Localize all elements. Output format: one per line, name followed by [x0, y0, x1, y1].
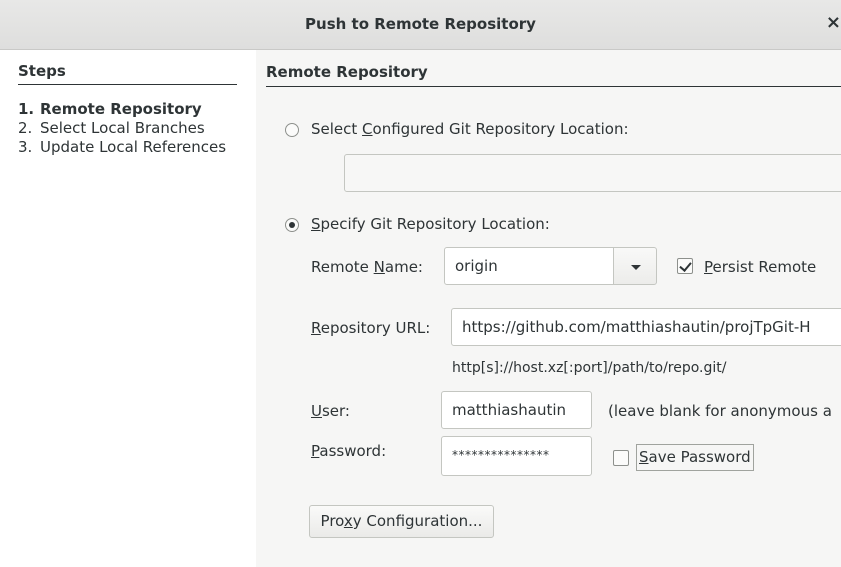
label-text: Select — [311, 120, 363, 138]
user-hint: (leave blank for anonymous a — [608, 402, 832, 420]
password-field[interactable]: *************** — [441, 436, 592, 476]
save-password-checkbox[interactable] — [613, 450, 629, 466]
user-label: User: — [311, 402, 350, 420]
mnemonic: U — [311, 402, 322, 420]
specify-location-radio[interactable] — [285, 218, 299, 232]
label-text: ersist Remote — [712, 258, 817, 276]
button-text: y Configuration... — [352, 512, 483, 530]
panel-header: Remote Repository — [266, 63, 841, 87]
mnemonic: S — [639, 448, 649, 466]
mnemonic: P — [704, 258, 713, 276]
step-remote-repository: 1. Remote Repository — [18, 100, 248, 119]
repository-url-field[interactable]: https://github.com/matthiashautin/projTp… — [451, 308, 841, 346]
specify-location-label[interactable]: Specify Git Repository Location: — [311, 215, 550, 233]
steps-header: Steps — [18, 62, 237, 85]
step-update-local-references: 3. Update Local References — [18, 138, 248, 157]
mnemonic: N — [373, 258, 385, 276]
steps-panel: Steps 1. Remote Repository 2. Select Loc… — [0, 50, 256, 567]
step-number: 3. — [18, 138, 33, 156]
persist-remote-label[interactable]: Persist Remote — [704, 258, 816, 276]
title-bar: Push to Remote Repository × — [0, 0, 841, 50]
window-title: Push to Remote Repository — [305, 15, 536, 33]
label-text: Remote — [311, 258, 374, 276]
label-text: epository URL: — [320, 319, 431, 337]
repository-url-hint: http[s]://host.xz[:port]/path/to/repo.gi… — [452, 360, 727, 376]
close-icon[interactable]: × — [826, 12, 841, 33]
mnemonic: S — [311, 215, 321, 233]
remote-name-label: Remote Name: — [311, 258, 423, 276]
mnemonic: x — [343, 512, 353, 530]
step-select-local-branches: 2. Select Local Branches — [18, 119, 248, 138]
step-label: Remote Repository — [40, 100, 202, 118]
remote-name-dropdown-button[interactable] — [613, 247, 657, 285]
persist-remote-checkbox[interactable] — [677, 258, 693, 274]
label-text: ame: — [384, 258, 423, 276]
configured-location-label[interactable]: Select Configured Git Repository Locatio… — [311, 120, 629, 138]
label-text: assword: — [319, 442, 387, 460]
chevron-down-icon — [631, 265, 641, 270]
mnemonic: R — [311, 319, 321, 337]
label-text: pecify Git Repository Location: — [320, 215, 550, 233]
step-number: 1. — [18, 100, 35, 118]
step-label: Update Local References — [40, 138, 227, 156]
proxy-configuration-button[interactable]: Proxy Configuration... — [309, 505, 494, 538]
mnemonic: C — [362, 120, 373, 138]
steps-list: 1. Remote Repository 2. Select Local Bra… — [18, 100, 248, 157]
configured-location-radio[interactable] — [285, 123, 299, 137]
password-label: Password: — [311, 442, 386, 460]
user-field[interactable]: matthiashautin — [441, 391, 592, 429]
label-text: ser: — [321, 402, 350, 420]
check-icon — [679, 259, 692, 272]
step-number: 2. — [18, 119, 33, 137]
label-text: ave Password — [648, 448, 751, 466]
button-text: Pro — [320, 512, 344, 530]
save-password-label[interactable]: Save Password — [636, 444, 754, 471]
remote-name-combo[interactable]: origin — [444, 247, 614, 285]
configured-location-field[interactable] — [344, 154, 841, 192]
label-text: onfigured Git Repository Location: — [372, 120, 629, 138]
repository-url-label: Repository URL: — [311, 319, 430, 337]
step-label: Select Local Branches — [40, 119, 205, 137]
